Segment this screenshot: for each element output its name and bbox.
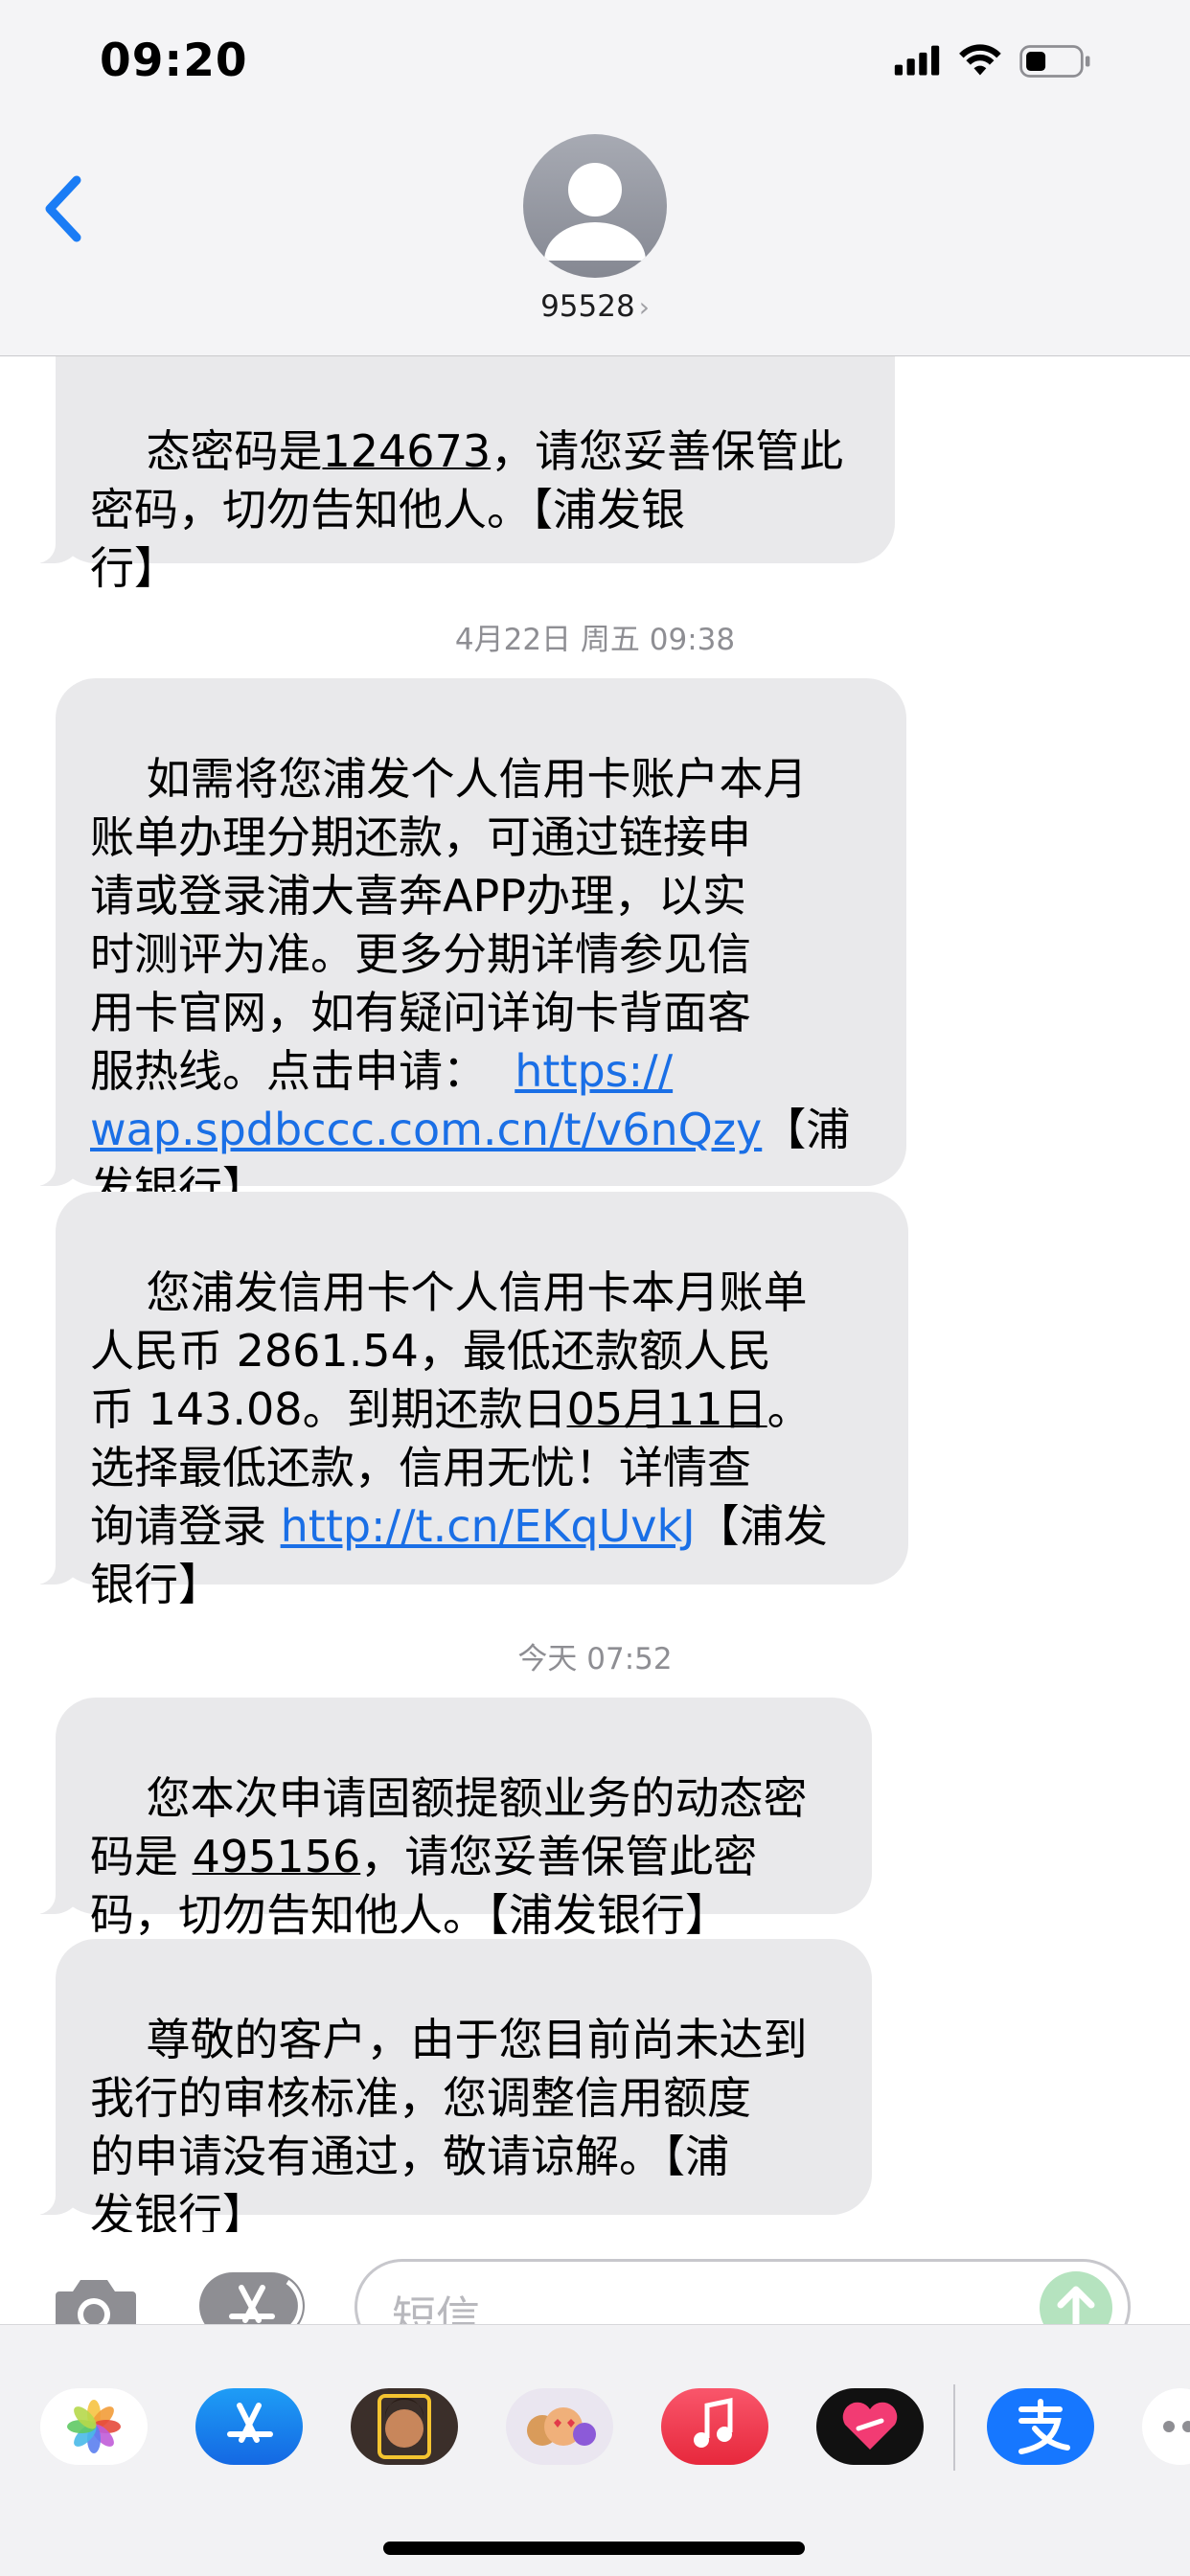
verification-code[interactable]: 495156: [193, 1831, 361, 1882]
memoji-icon[interactable]: [351, 2388, 458, 2465]
message-bubble[interactable]: 尊敬的客户，由于您目前尚未达到 我行的审核标准，您调整信用额度 的申请没有通过，…: [33, 1939, 872, 2241]
imessage-app-drawer: [0, 2324, 1190, 2576]
chevron-right-icon: ›: [638, 291, 650, 323]
home-indicator[interactable]: [383, 2542, 805, 2555]
animoji-icon[interactable]: [506, 2388, 613, 2465]
timestamp: 4月22日 周五 09:38: [454, 623, 736, 657]
bubble-tail: [33, 1876, 82, 1914]
message-bubble[interactable]: 您浦发信用卡个人信用卡本月账单 人民币 2861.54，最低还款额人民 币 14…: [33, 1192, 908, 1610]
message-text: 尊敬的客户，由于您目前尚未达到 我行的审核标准，您调整信用额度 的申请没有通过，…: [90, 2014, 808, 2241]
message-text: 您浦发信用卡个人信用卡本月账单 人民币 2861.54，最低还款额人民 币 14…: [90, 1266, 828, 1610]
due-date[interactable]: 05月11日: [567, 1383, 767, 1435]
message-thread: 态密码是124673，请您妥善保管此 密码，切勿告知他人。【浦发银 行】 4月2…: [0, 0, 1190, 2575]
person-icon: [544, 163, 646, 261]
timestamp: 今天 07:52: [517, 1642, 673, 1676]
contact-name[interactable]: 95528 ›: [0, 289, 1190, 324]
back-chevron-icon[interactable]: [40, 171, 88, 247]
more-icon[interactable]: [1142, 2388, 1190, 2465]
cellular-signal-icon: [894, 45, 940, 76]
bubble-tail: [33, 1148, 82, 1186]
drawer-divider: [953, 2384, 955, 2471]
alipay-icon[interactable]: [987, 2388, 1094, 2465]
verification-code[interactable]: 124673: [323, 425, 492, 477]
navigation-header: 09:20 95528 ›: [0, 0, 1190, 356]
status-icons: [894, 44, 1090, 78]
message-text: 如需将您浦发个人信用卡账户本月 账单办理分期还款，可通过链接申 请或登录浦大喜奔…: [90, 753, 851, 1214]
wifi-icon: [959, 44, 1001, 76]
bubble-tail: [33, 2177, 82, 2215]
bubble-tail: [33, 525, 82, 563]
contact-avatar[interactable]: [523, 134, 667, 278]
battery-icon: [1019, 45, 1090, 78]
digital-touch-icon[interactable]: [816, 2388, 924, 2465]
status-time: 09:20: [100, 34, 248, 87]
message-text: 态密码是124673，请您妥善保管此 密码，切勿告知他人。【浦发银 行】: [90, 425, 844, 594]
photos-icon[interactable]: [40, 2388, 148, 2465]
app-store-icon[interactable]: [195, 2388, 303, 2465]
message-link[interactable]: http://t.cn/EKqUvkJ: [281, 1500, 696, 1552]
music-icon[interactable]: [661, 2388, 768, 2465]
message-bubble[interactable]: 您本次申请固额提额业务的动态密 码是 495156，请您妥善保管此密 码，切勿告…: [33, 1698, 872, 1941]
bubble-tail: [33, 1546, 82, 1584]
message-bubble[interactable]: 如需将您浦发个人信用卡账户本月 账单办理分期还款，可通过链接申 请或登录浦大喜奔…: [33, 678, 906, 1214]
message-text: 您本次申请固额提额业务的动态密 码是 495156，请您妥善保管此密 码，切勿告…: [90, 1772, 808, 1941]
